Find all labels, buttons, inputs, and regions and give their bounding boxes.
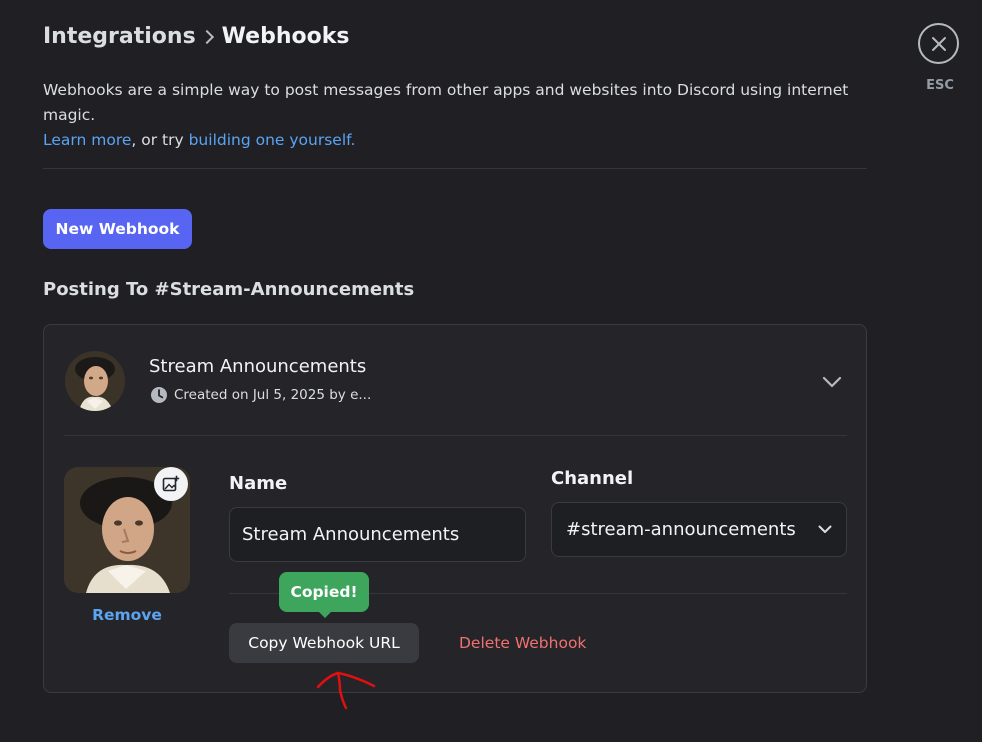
avatar: [65, 351, 125, 411]
webhooks-settings-page: Integrations Webhooks Webhooks are a sim…: [0, 0, 982, 742]
description-connector: , or try: [131, 131, 189, 149]
breadcrumb: Integrations Webhooks: [43, 24, 349, 49]
webhook-created-text: Created on Jul 5, 2025 by e...: [174, 387, 372, 403]
esc-label: ESC: [926, 78, 954, 93]
webhook-name: Stream Announcements: [149, 356, 367, 377]
add-image-button[interactable]: [154, 467, 188, 501]
chevron-right-icon: [199, 29, 214, 44]
build-yourself-link[interactable]: building one yourself.: [189, 131, 356, 149]
webhook-meta: Created on Jul 5, 2025 by e...: [150, 386, 371, 404]
divider: [64, 435, 847, 436]
add-image-icon: [162, 475, 180, 492]
learn-more-link[interactable]: Learn more: [43, 131, 131, 149]
channel-select-value: #stream-announcements: [566, 519, 796, 540]
chevron-down-icon: [818, 525, 832, 533]
description-text: Webhooks are a simple way to post messag…: [43, 81, 849, 124]
name-label: Name: [229, 473, 288, 494]
new-webhook-button[interactable]: New Webhook: [43, 209, 192, 249]
webhook-card: Stream Announcements Created on Jul 5, 2…: [43, 324, 867, 693]
chevron-down-icon: [822, 376, 842, 388]
webhook-name-input[interactable]: [229, 507, 526, 562]
copy-webhook-url-button[interactable]: Copy Webhook URL: [229, 623, 419, 663]
clock-icon: [150, 386, 168, 404]
breadcrumb-integrations[interactable]: Integrations: [43, 24, 196, 49]
delete-webhook-button[interactable]: Delete Webhook: [444, 623, 601, 663]
channel-label: Channel: [551, 468, 634, 489]
page-title: Webhooks: [221, 24, 350, 49]
divider: [43, 168, 867, 169]
page-description: Webhooks are a simple way to post messag…: [43, 78, 873, 153]
section-title: Posting To #Stream-Announcements: [43, 279, 415, 300]
remove-avatar-link[interactable]: Remove: [64, 606, 190, 624]
channel-select[interactable]: #stream-announcements: [551, 502, 847, 557]
collapse-toggle[interactable]: [819, 369, 845, 395]
close-button[interactable]: [918, 23, 959, 64]
close-icon: [931, 36, 946, 51]
copied-tooltip: Copied!: [279, 572, 369, 618]
